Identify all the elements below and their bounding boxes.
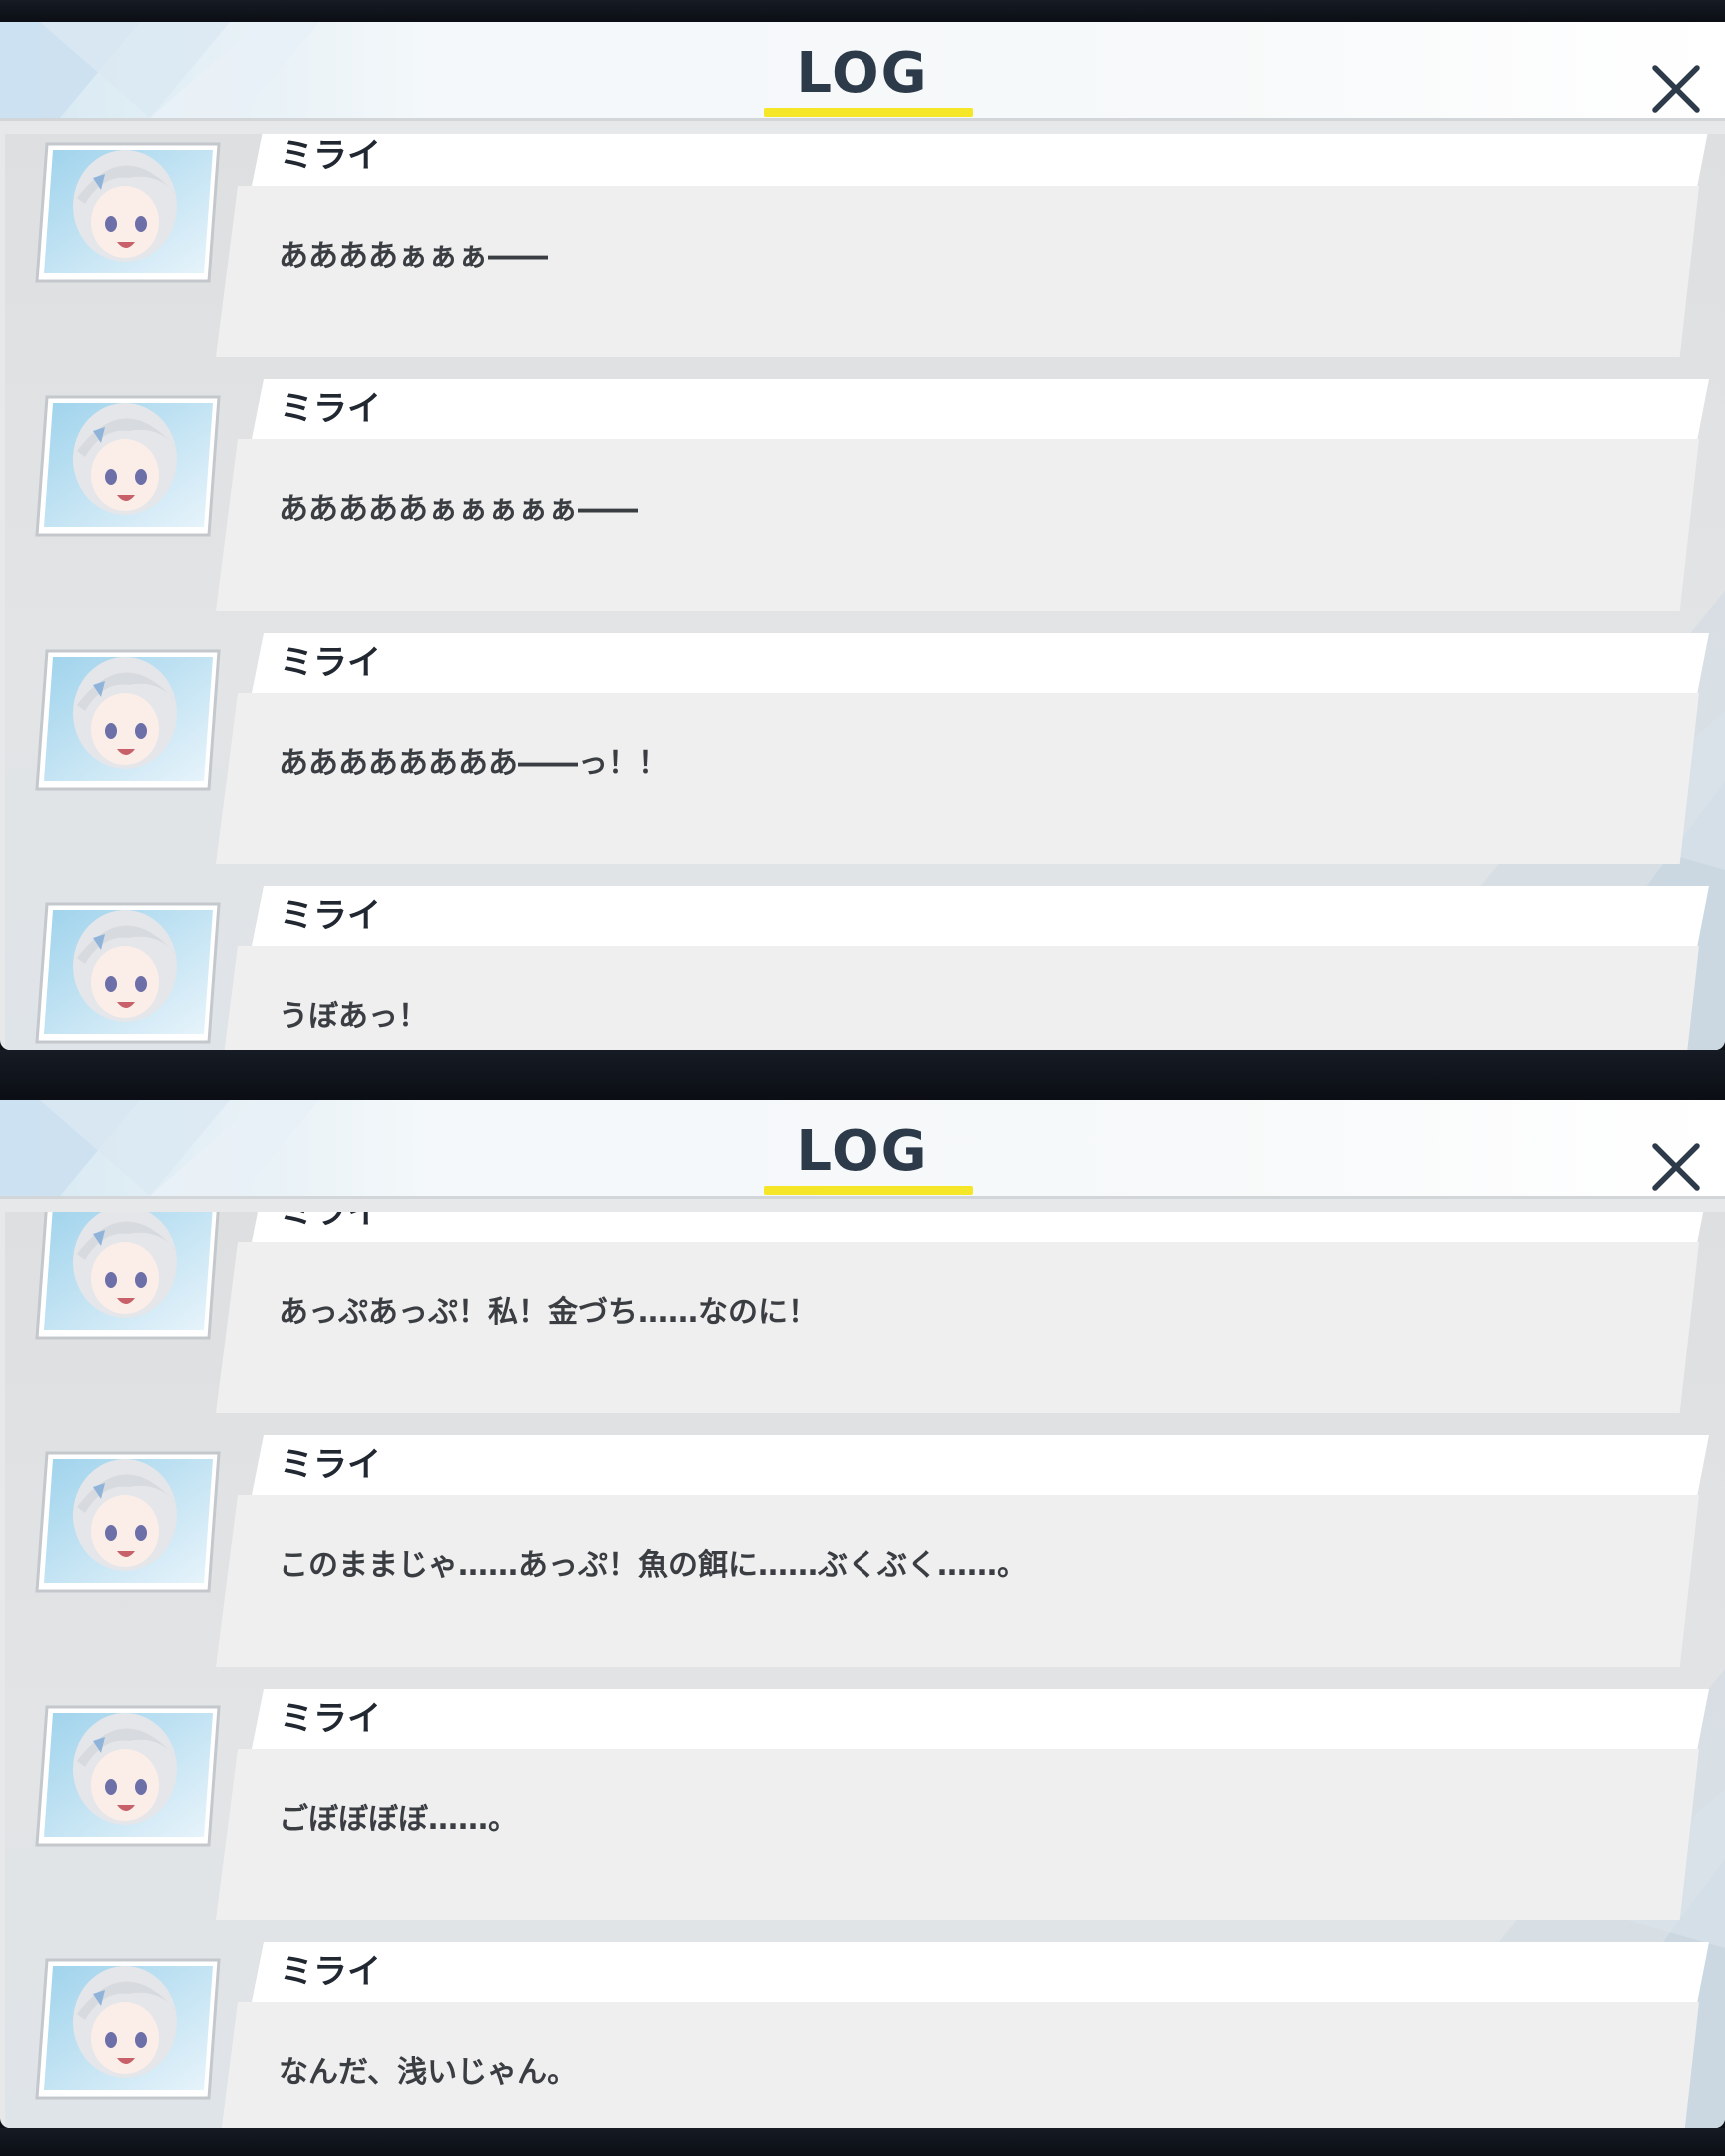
message-text: ああああああああ――っ！！ (279, 746, 668, 781)
speaker-name: ミライ (280, 1445, 381, 1485)
message-tail (237, 1282, 255, 1322)
speaker-name: ミライ (280, 389, 381, 429)
speaker-name-bar (252, 134, 1709, 186)
speaker-name: ミライ (280, 1699, 381, 1739)
speaker-name-bar (252, 379, 1709, 439)
character-portrait (35, 142, 221, 283)
message-tail (237, 1535, 255, 1575)
log-entry: ミライ うぼあっ！ (5, 886, 1725, 1050)
message-text: このままじゃ……あっぷ！魚の餌に……ぶくぶく……。 (279, 1548, 1027, 1583)
message-text: うぼあっ！ (279, 999, 428, 1034)
speaker-name-bar (252, 886, 1709, 946)
log-entry: ミライ あっぷあっぷ！私！金づち……なのに！ (5, 1212, 1725, 1415)
message-tail (237, 733, 255, 773)
speaker-name: ミライ (280, 1952, 381, 1992)
log-entry: ミライ ああああぁぁぁ―― (5, 134, 1725, 359)
background-gap (0, 1050, 1725, 1100)
message-text: あっぷあっぷ！私！金づち……なのに！ (279, 1295, 818, 1330)
log-panel: LOG (0, 22, 1725, 1050)
log-panel: LOG (0, 1100, 1725, 2128)
speaker-name: ミライ (280, 136, 381, 176)
log-header: LOG (0, 1100, 1725, 1199)
speaker-name-bar (252, 1689, 1709, 1749)
character-portrait (35, 1958, 221, 2100)
log-title: LOG (796, 1119, 929, 1184)
message-text: ごぼぼぼぼ……。 (279, 1802, 518, 1837)
background-top (0, 0, 1725, 22)
character-portrait (35, 649, 221, 791)
speaker-name: ミライ (280, 643, 381, 683)
message-box (216, 946, 1699, 1050)
log-list[interactable]: ミライ ああああぁぁぁ―― ミライ あああああぁぁぁぁぁ―― ミライ あああああ… (5, 134, 1725, 1050)
speaker-name-bar (252, 633, 1709, 693)
character-portrait (35, 902, 221, 1044)
close-icon (1652, 1143, 1700, 1191)
close-button[interactable] (1649, 1140, 1703, 1194)
character-portrait (35, 1451, 221, 1593)
log-entry: ミライ なんだ、浅いじゃん。 (5, 1942, 1725, 2128)
character-portrait (35, 1705, 221, 1847)
log-title: LOG (796, 41, 929, 106)
title-underline (764, 1186, 973, 1195)
character-portrait (35, 395, 221, 537)
log-entry: ミライ ごぼぼぼぼ……。 (5, 1689, 1725, 1922)
speaker-name: ミライ (280, 1212, 381, 1232)
log-entry: ミライ ああああああああ――っ！！ (5, 633, 1725, 866)
character-portrait (35, 1212, 220, 1340)
message-text: あああああぁぁぁぁぁ―― (279, 492, 638, 527)
speaker-name-bar (252, 1435, 1709, 1495)
message-tail (237, 226, 255, 266)
log-entry: ミライ このままじゃ……あっぷ！魚の餌に……ぶくぶく……。 (5, 1435, 1725, 1669)
close-icon (1652, 65, 1700, 113)
speaker-name: ミライ (280, 896, 381, 936)
message-tail (237, 479, 255, 519)
message-tail (237, 2042, 255, 2082)
message-text: なんだ、浅いじゃん。 (279, 2055, 578, 2090)
message-tail (237, 986, 255, 1026)
log-entry: ミライ あああああぁぁぁぁぁ―― (5, 379, 1725, 613)
log-list[interactable]: ミライ あっぷあっぷ！私！金づち……なのに！ ミライ このままじゃ……あっぷ！魚… (5, 1212, 1725, 2128)
log-header: LOG (0, 22, 1725, 121)
message-text: ああああぁぁぁ―― (279, 239, 548, 273)
background-bottom (0, 2128, 1725, 2156)
message-tail (237, 1789, 255, 1829)
speaker-name-bar (252, 1942, 1709, 2002)
speaker-name-bar (252, 1212, 1709, 1242)
title-underline (764, 108, 973, 117)
close-button[interactable] (1649, 62, 1703, 116)
